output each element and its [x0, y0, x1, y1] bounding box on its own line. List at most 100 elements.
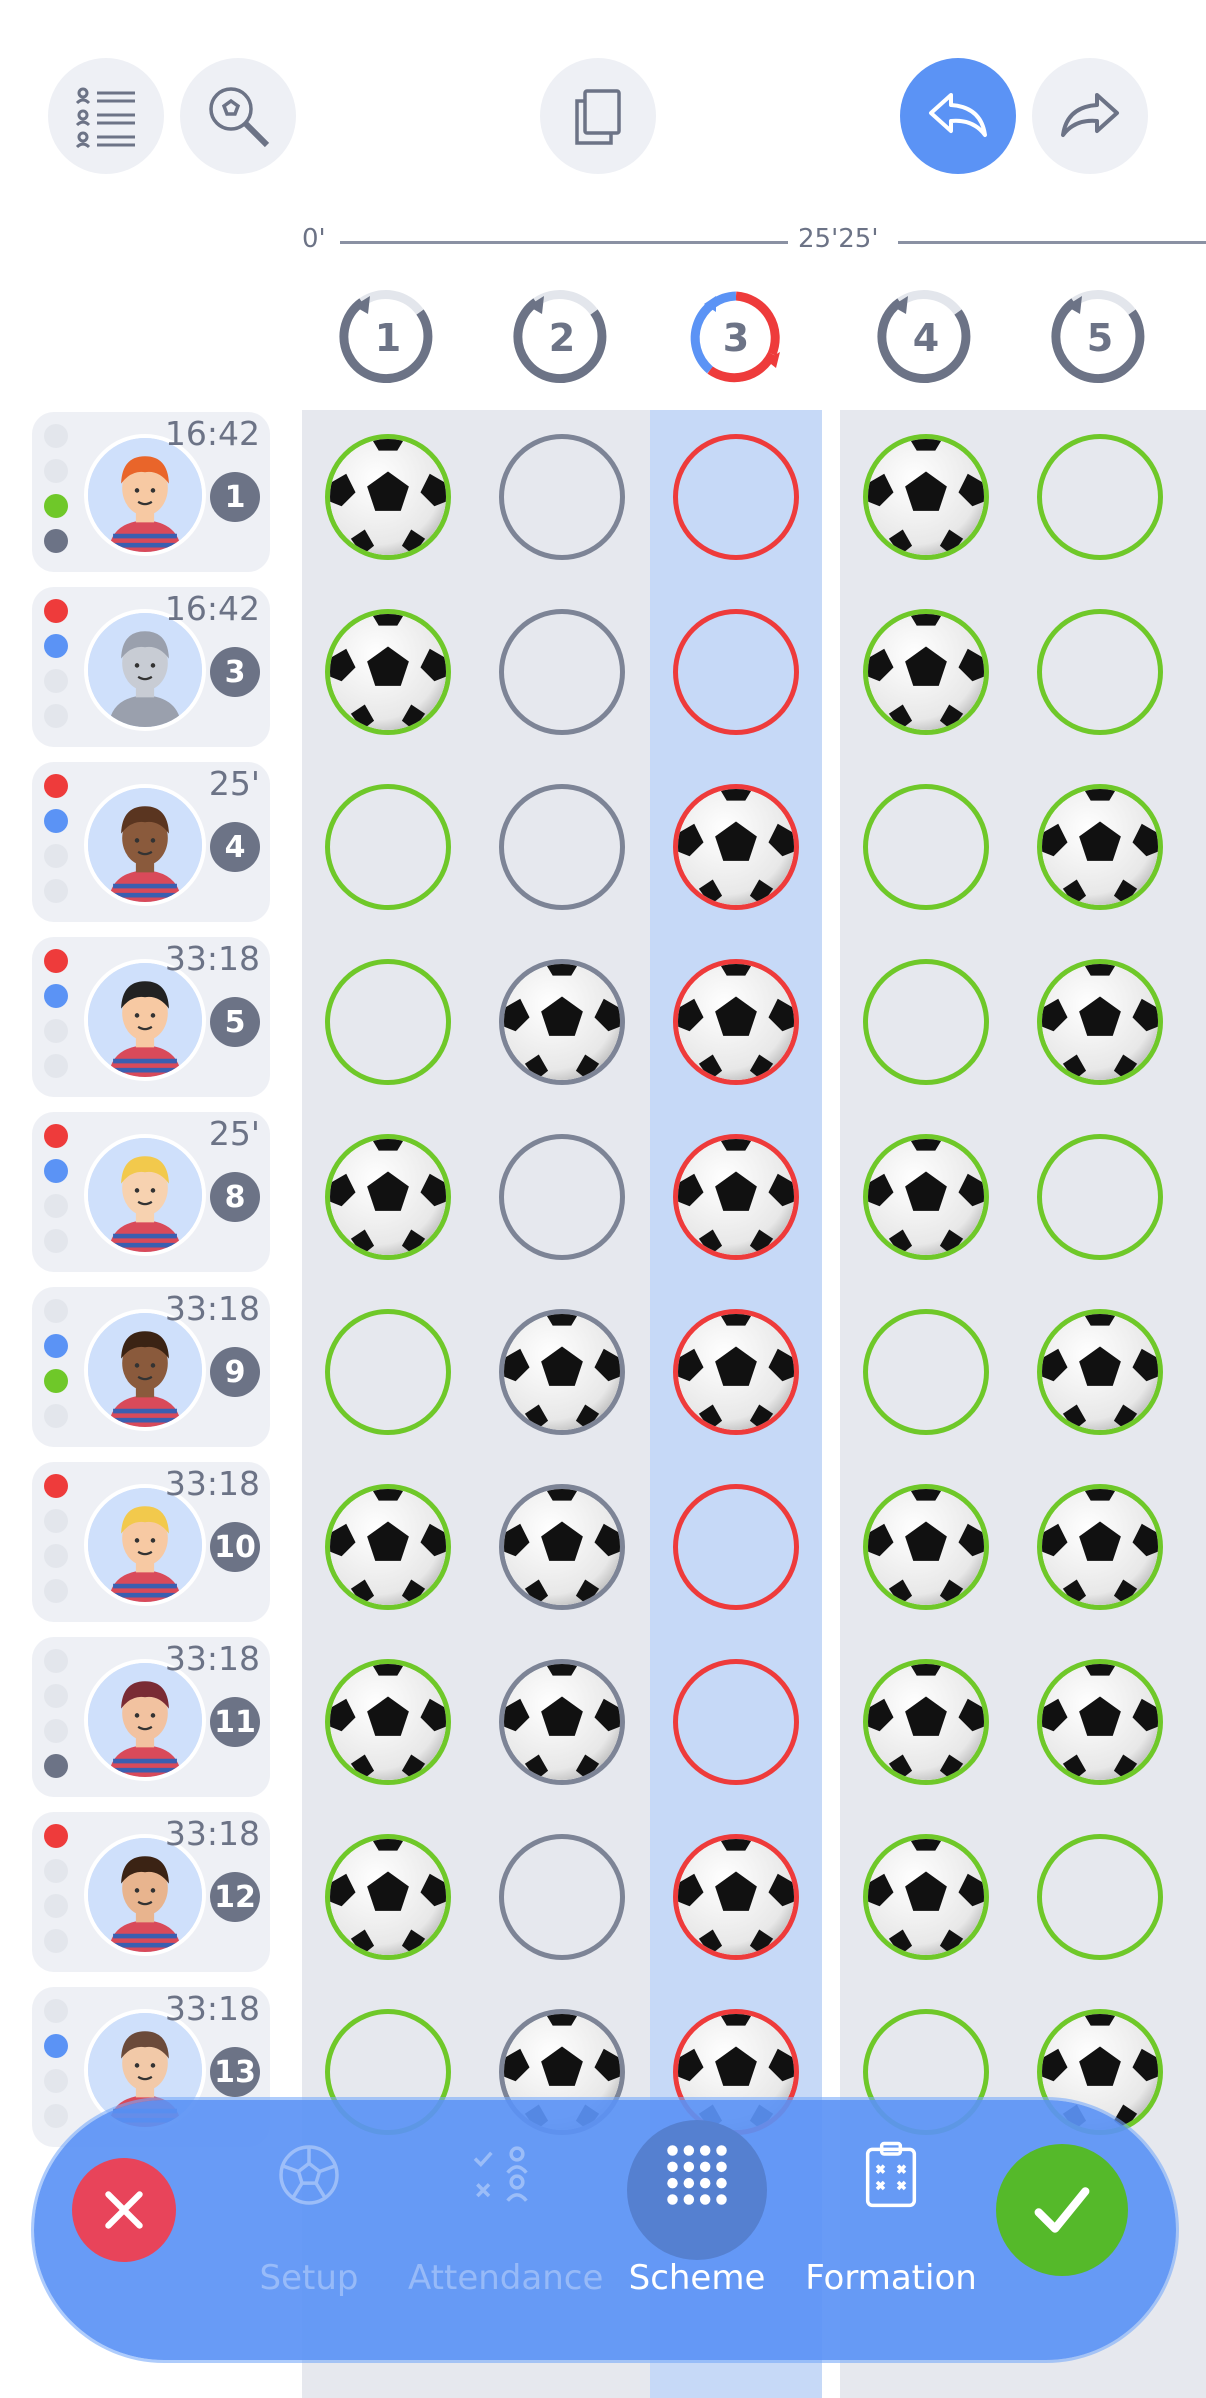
player-time: 25'	[208, 764, 260, 803]
cell-playing[interactable]	[1037, 959, 1163, 1085]
avatar	[84, 784, 206, 906]
player-card[interactable]: 33:18 5	[32, 937, 270, 1097]
cell-bench[interactable]	[673, 1484, 799, 1610]
cell-playing[interactable]	[863, 609, 989, 735]
ball-search-icon	[209, 87, 270, 148]
cell-bench[interactable]	[863, 959, 989, 1085]
soccer-ball-icon	[504, 1314, 620, 1430]
nav-attendance[interactable]: Attendance	[408, 2120, 603, 2320]
cancel-button[interactable]	[72, 2158, 176, 2262]
player-time: 33:18	[164, 1464, 260, 1503]
ball-icon	[264, 2130, 354, 2220]
status-dot	[44, 459, 68, 483]
player-card[interactable]: 16:42 3	[32, 587, 270, 747]
cell-playing[interactable]	[325, 1834, 451, 1960]
cell-bench[interactable]	[1037, 434, 1163, 560]
cell-playing[interactable]	[499, 1484, 625, 1610]
nav-setup-label: Setup	[259, 2258, 359, 2298]
soccer-ball-icon	[868, 1839, 984, 1955]
cell-bench[interactable]	[499, 434, 625, 560]
status-dot	[44, 1334, 68, 1358]
period-number: 5	[1086, 316, 1114, 360]
cell-playing[interactable]	[325, 609, 451, 735]
soccer-ball-icon	[330, 1139, 446, 1255]
cell-bench[interactable]	[499, 1134, 625, 1260]
cell-playing[interactable]	[499, 1309, 625, 1435]
player-card[interactable]: 33:18 10	[32, 1462, 270, 1622]
status-dot	[44, 809, 68, 833]
period-1-button[interactable]: 1	[332, 282, 444, 394]
period-2-button[interactable]: 2	[506, 282, 618, 394]
cell-playing[interactable]	[325, 434, 451, 560]
cell-playing[interactable]	[1037, 1309, 1163, 1435]
soccer-ball-icon	[330, 614, 446, 730]
cell-bench[interactable]	[325, 784, 451, 910]
cell-playing[interactable]	[325, 1134, 451, 1260]
period-5-button[interactable]: 5	[1044, 282, 1156, 394]
player-card[interactable]: 33:18 11	[32, 1637, 270, 1797]
copy-button[interactable]	[540, 58, 656, 174]
player-card[interactable]: 33:18 12	[32, 1812, 270, 1972]
period-3-button[interactable]: 3	[680, 282, 792, 394]
status-dot	[44, 704, 68, 728]
player-card[interactable]: 16:42 1	[32, 412, 270, 572]
cell-playing[interactable]	[499, 1659, 625, 1785]
cell-playing[interactable]	[1037, 784, 1163, 910]
cell-playing[interactable]	[863, 1134, 989, 1260]
cell-playing[interactable]	[325, 1659, 451, 1785]
cell-playing[interactable]	[673, 784, 799, 910]
cell-playing[interactable]	[863, 1484, 989, 1610]
undo-button[interactable]	[900, 58, 1016, 174]
cell-bench[interactable]	[1037, 609, 1163, 735]
status-dot	[44, 1054, 68, 1078]
redo-button[interactable]	[1032, 58, 1148, 174]
cell-playing[interactable]	[863, 434, 989, 560]
cell-playing[interactable]	[673, 1309, 799, 1435]
nav-scheme[interactable]: Scheme	[602, 2120, 792, 2320]
nav-setup[interactable]: Setup	[214, 2120, 404, 2320]
cell-bench[interactable]	[499, 609, 625, 735]
soccer-ball-icon	[678, 1839, 794, 1955]
period-number: 2	[548, 316, 576, 360]
soccer-ball-icon	[504, 1664, 620, 1780]
player-list-button[interactable]	[48, 58, 164, 174]
cell-bench[interactable]	[325, 1309, 451, 1435]
cell-bench[interactable]	[673, 609, 799, 735]
cell-playing[interactable]	[499, 959, 625, 1085]
period-4-button[interactable]: 4	[870, 282, 982, 394]
cell-bench[interactable]	[673, 434, 799, 560]
cell-playing[interactable]	[673, 959, 799, 1085]
cell-playing[interactable]	[1037, 1484, 1163, 1610]
player-card[interactable]: 25' 8	[32, 1112, 270, 1272]
cell-bench[interactable]	[499, 1834, 625, 1960]
status-dot	[44, 1299, 68, 1323]
player-time: 33:18	[164, 1989, 260, 2028]
status-dot	[44, 1754, 68, 1778]
cell-playing[interactable]	[673, 1834, 799, 1960]
status-dot	[44, 2104, 68, 2128]
status-dot	[44, 1474, 68, 1498]
nav-formation[interactable]: Formation	[796, 2120, 986, 2320]
cell-bench[interactable]	[673, 1659, 799, 1785]
cell-playing[interactable]	[673, 1134, 799, 1260]
soccer-ball-icon	[1042, 1314, 1158, 1430]
cell-bench[interactable]	[1037, 1134, 1163, 1260]
player-list-icon	[75, 87, 135, 149]
cell-playing[interactable]	[1037, 1659, 1163, 1785]
cell-playing[interactable]	[325, 1484, 451, 1610]
player-card[interactable]: 25' 4	[32, 762, 270, 922]
player-card[interactable]: 33:18 9	[32, 1287, 270, 1447]
confirm-button[interactable]	[996, 2144, 1128, 2276]
soccer-ball-icon	[868, 1664, 984, 1780]
player-number-badge: 9	[210, 1347, 260, 1397]
cell-playing[interactable]	[863, 1834, 989, 1960]
cell-bench[interactable]	[325, 959, 451, 1085]
player-time: 33:18	[164, 1814, 260, 1853]
nav-scheme-label: Scheme	[628, 2258, 766, 2298]
cell-playing[interactable]	[863, 1659, 989, 1785]
cell-bench[interactable]	[499, 784, 625, 910]
cell-bench[interactable]	[863, 1309, 989, 1435]
cell-bench[interactable]	[1037, 1834, 1163, 1960]
search-button[interactable]	[180, 58, 296, 174]
cell-bench[interactable]	[863, 784, 989, 910]
